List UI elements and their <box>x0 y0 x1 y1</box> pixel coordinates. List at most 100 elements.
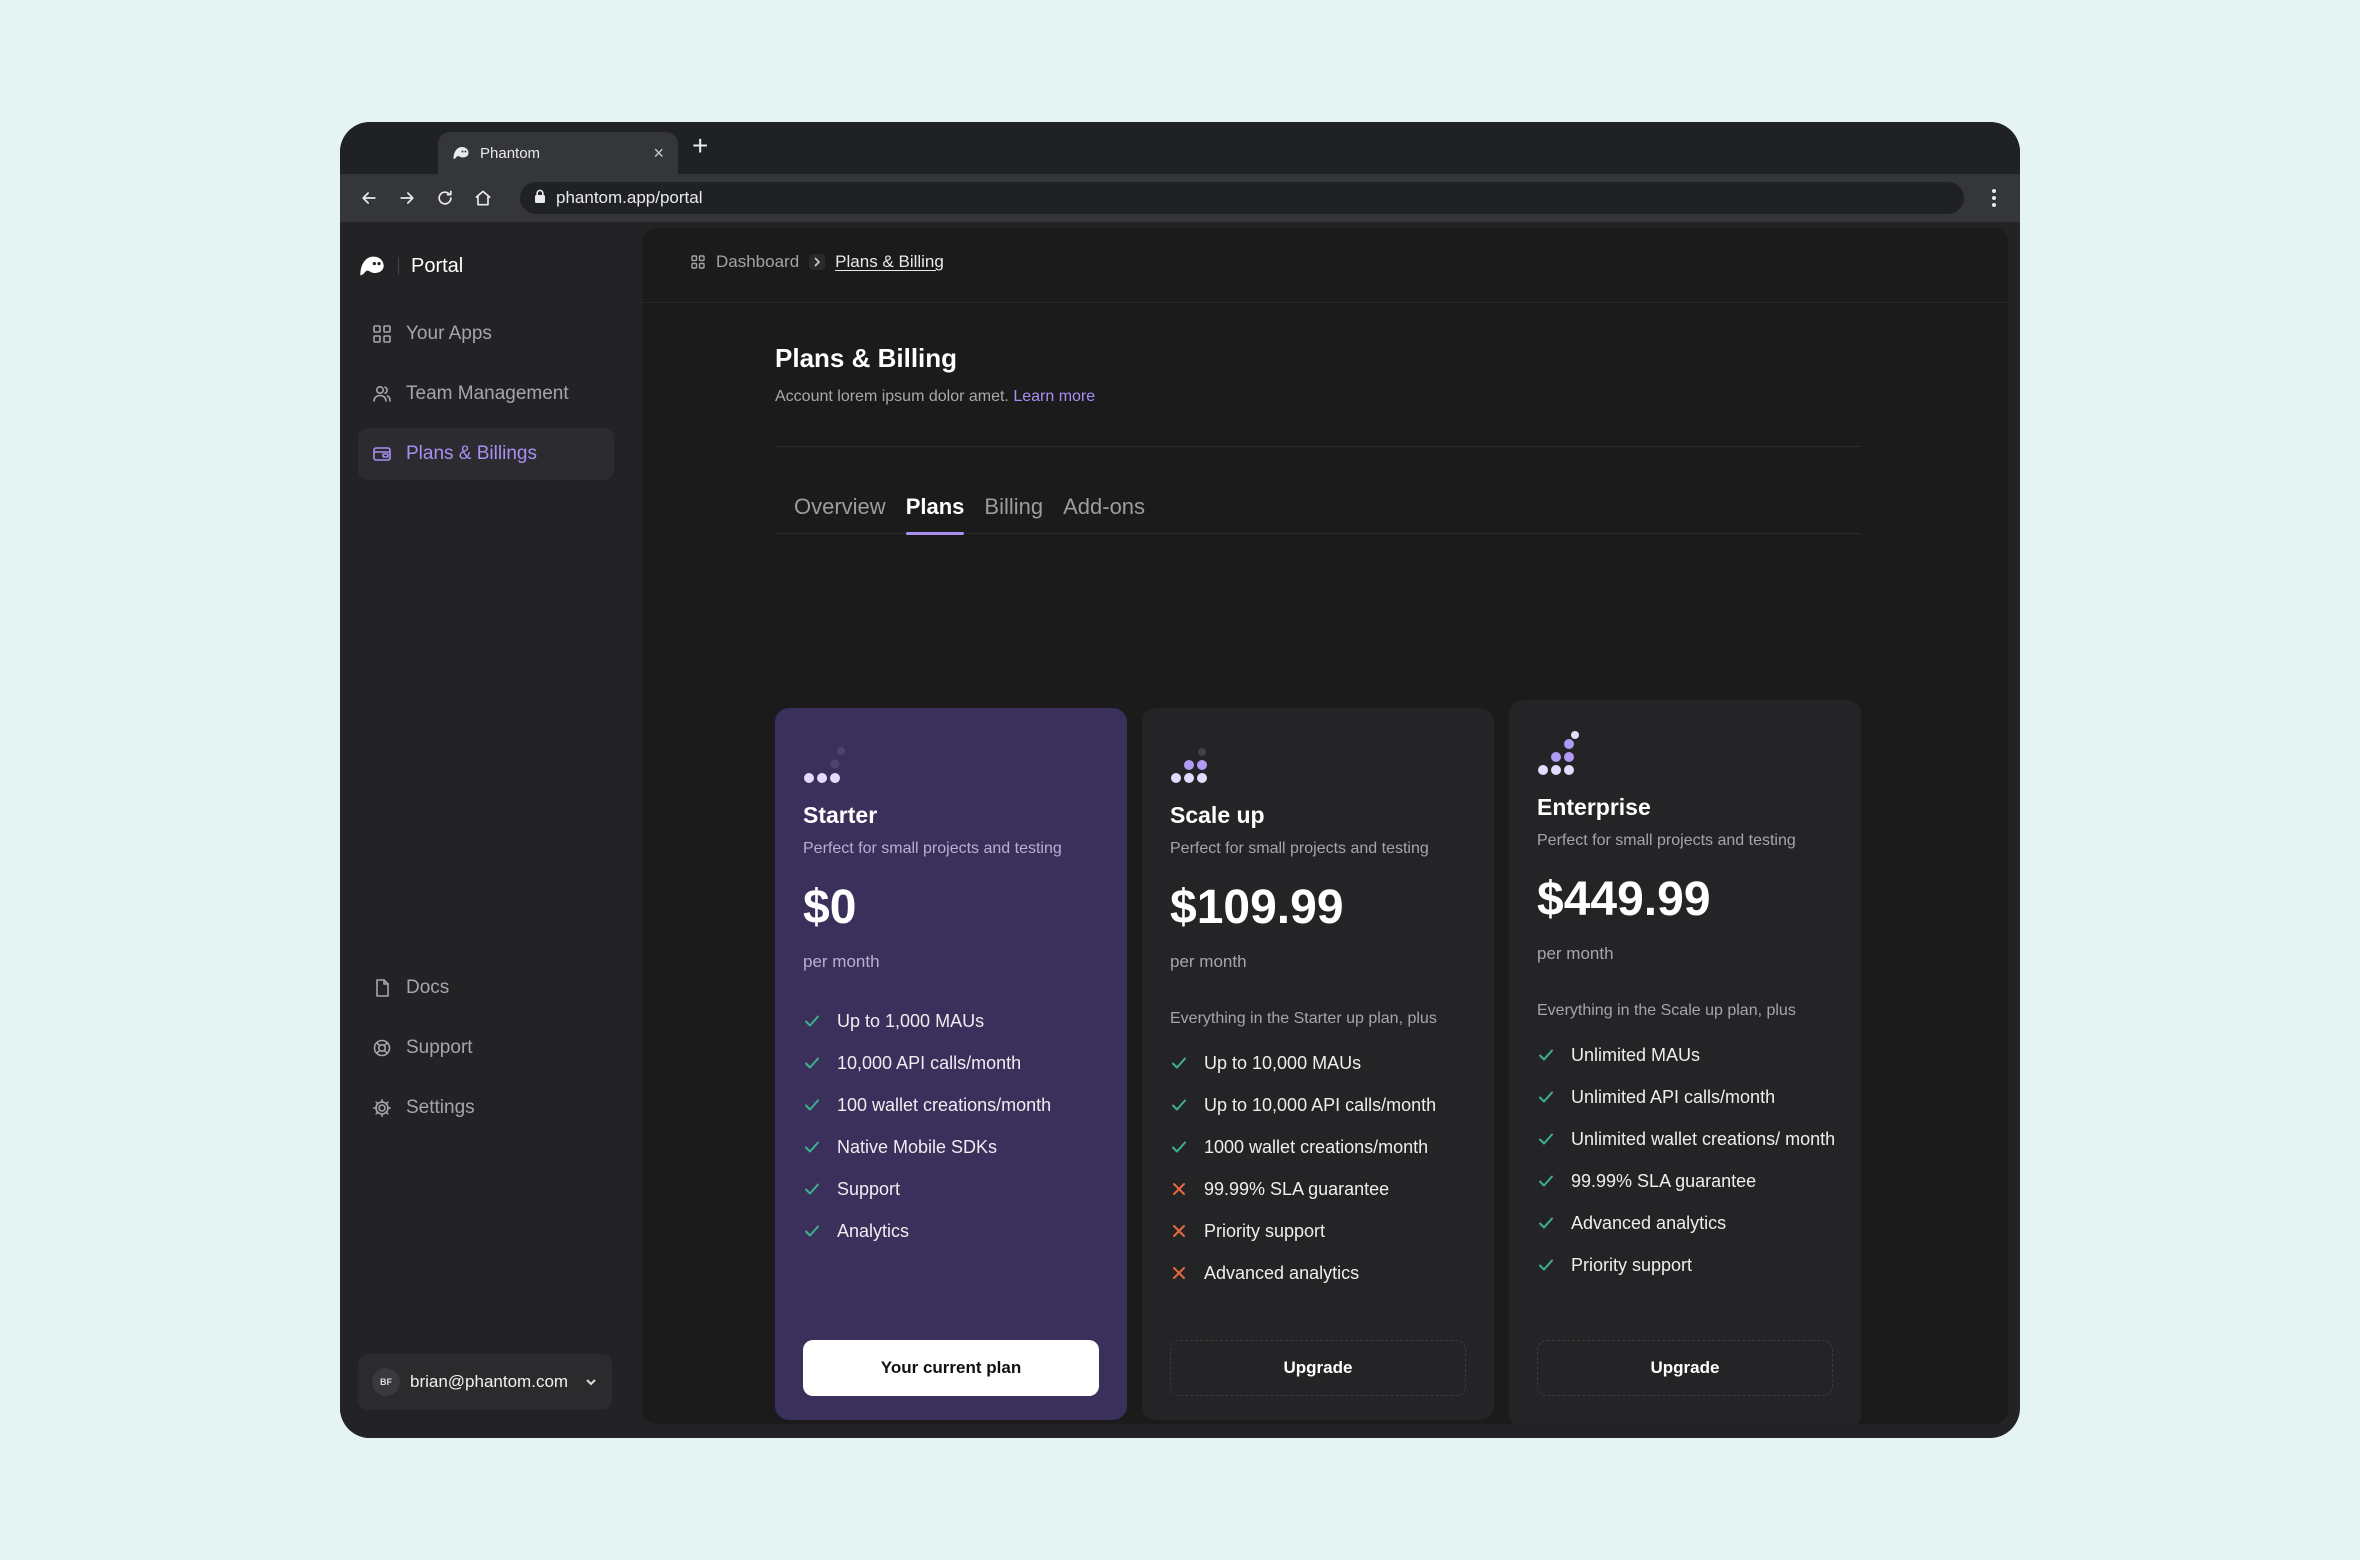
check-icon <box>1170 1136 1190 1158</box>
plan-tabs: Overview Plans Billing Add-ons <box>775 494 1861 535</box>
feature-item: 1000 wallet creations/month <box>1170 1136 1470 1178</box>
browser-tab[interactable]: Phantom × <box>438 132 678 174</box>
sidebar-item-label: Team Management <box>406 383 569 404</box>
check-icon <box>803 1136 823 1158</box>
feature-item: Advanced analytics <box>1170 1262 1470 1304</box>
plan-price: $449.99 <box>1537 873 1711 926</box>
feature-text: 100 wallet creations/month <box>837 1095 1052 1115</box>
close-tab-icon[interactable]: × <box>653 144 664 162</box>
forward-button[interactable] <box>392 183 422 213</box>
check-icon <box>1537 1086 1557 1108</box>
sidebar-item-docs[interactable]: Docs <box>358 962 614 1014</box>
grid-icon <box>691 255 705 269</box>
feature-item: 99.99% SLA guarantee <box>1170 1178 1470 1220</box>
breadcrumb-current[interactable]: Plans & Billing <box>835 252 944 272</box>
plan-card-scale-up: Scale up Perfect for small projects and … <box>1142 708 1494 1420</box>
sidebar-item-your-apps[interactable]: Your Apps <box>358 308 614 360</box>
feature-item: Up to 10,000 API calls/month <box>1170 1094 1470 1136</box>
url-text: phantom.app/portal <box>556 188 703 207</box>
feature-text: 99.99% SLA guarantee <box>1204 1179 1390 1199</box>
plan-card-enterprise: Enterprise Perfect for small projects an… <box>1509 700 1861 1424</box>
browser-menu-icon[interactable] <box>1982 189 2006 207</box>
plan-price: $109.99 <box>1170 881 1344 934</box>
feature-text: 1000 wallet creations/month <box>1204 1137 1429 1157</box>
feature-item: Unlimited MAUs <box>1537 1044 1837 1086</box>
sidebar-item-support[interactable]: Support <box>358 1022 614 1074</box>
grid-icon <box>373 325 391 343</box>
cross-icon <box>1170 1262 1190 1284</box>
sidebar-item-team-management[interactable]: Team Management <box>358 368 614 420</box>
feature-list: Everything in the Starter up plan, plus U… <box>1170 1010 1470 1304</box>
breadcrumb: Dashboard Plans & Billing <box>690 252 944 272</box>
sidebar-item-label: Your Apps <box>406 323 492 344</box>
sidebar: Portal Your Apps Team Management Plans &… <box>340 222 640 1438</box>
feature-item: Analytics <box>803 1220 1103 1262</box>
feature-text: Priority support <box>1204 1221 1326 1241</box>
check-icon <box>1537 1044 1557 1066</box>
lock-icon <box>534 189 546 208</box>
plan-period: per month <box>803 952 880 971</box>
check-icon <box>1537 1170 1557 1192</box>
feature-item: 99.99% SLA guarantee <box>1537 1170 1837 1212</box>
phantom-logo-icon <box>453 147 469 159</box>
arrow-right-icon <box>400 192 414 204</box>
feature-text: Support <box>837 1179 901 1199</box>
plan-name: Starter <box>803 802 878 828</box>
upgrade-button[interactable]: Upgrade <box>1170 1340 1466 1396</box>
plan-description: Perfect for small projects and testing <box>1170 840 1429 857</box>
tab-overview[interactable]: Overview <box>794 494 886 534</box>
cross-icon <box>1170 1178 1190 1200</box>
feature-text: Unlimited MAUs <box>1571 1045 1701 1065</box>
plan-tier-icon <box>1171 748 1207 783</box>
feature-item: Native Mobile SDKs <box>803 1136 1103 1178</box>
learn-more-link[interactable]: Learn more <box>1013 388 1095 405</box>
plan-description: Perfect for small projects and testing <box>1537 832 1796 849</box>
feature-item: Priority support <box>1537 1254 1837 1296</box>
chevron-down-icon <box>586 1379 596 1386</box>
check-icon <box>803 1094 823 1116</box>
plan-period: per month <box>1170 952 1247 971</box>
reload-button[interactable] <box>430 183 460 213</box>
sidebar-item-label: Support <box>406 1037 473 1058</box>
plan-tier-icon <box>1538 731 1579 775</box>
plan-description: Perfect for small projects and testing <box>803 840 1062 857</box>
tab-add-ons[interactable]: Add-ons <box>1063 494 1145 534</box>
breadcrumb-dashboard[interactable]: Dashboard <box>716 252 799 272</box>
brand[interactable]: Portal <box>358 254 463 278</box>
check-icon <box>1537 1254 1557 1276</box>
home-button[interactable] <box>468 183 498 213</box>
feature-item: 10,000 API calls/month <box>803 1052 1103 1094</box>
plan-name: Enterprise <box>1537 794 1651 820</box>
document-icon <box>376 979 389 997</box>
browser-window: Phantom × + phantom.app/portal Portal Yo… <box>340 122 2020 1438</box>
main-content: Dashboard Plans & Billing Plans & Billin… <box>642 228 2008 1424</box>
address-bar[interactable]: phantom.app/portal <box>520 182 1964 214</box>
tab-billing[interactable]: Billing <box>984 494 1043 534</box>
feature-text: Unlimited API calls/month <box>1571 1087 1776 1107</box>
page-title: Plans & Billing <box>775 343 958 373</box>
check-icon <box>1170 1094 1190 1116</box>
account-switcher[interactable]: BF brian@phantom.com <box>358 1354 612 1410</box>
back-button[interactable] <box>354 183 384 213</box>
sidebar-item-plans-billings[interactable]: Plans & Billings <box>358 428 614 480</box>
new-tab-button[interactable]: + <box>692 132 708 160</box>
plan-period: per month <box>1537 944 1614 963</box>
sidebar-item-settings[interactable]: Settings <box>358 1082 614 1134</box>
current-plan-button[interactable]: Your current plan <box>803 1340 1099 1396</box>
feature-item: 100 wallet creations/month <box>803 1094 1103 1136</box>
feature-text: Up to 1,000 MAUs <box>837 1011 985 1031</box>
feature-item: Unlimited API calls/month <box>1537 1086 1837 1128</box>
feature-text: Up to 10,000 MAUs <box>1204 1053 1362 1073</box>
phantom-logo-icon <box>360 256 384 276</box>
tab-plans[interactable]: Plans <box>905 494 964 535</box>
lifebuoy-icon <box>373 1039 391 1057</box>
page-subtitle-text: Account lorem ipsum dolor amet. <box>775 388 1009 405</box>
feature-list: Up to 1,000 MAUs 10,000 API calls/month 10… <box>803 1010 1103 1262</box>
feature-item: Support <box>803 1178 1103 1220</box>
divider <box>642 302 2008 303</box>
check-icon <box>803 1220 823 1242</box>
upgrade-button[interactable]: Upgrade <box>1537 1340 1833 1396</box>
feature-text: Up to 10,000 API calls/month <box>1204 1095 1437 1115</box>
sidebar-item-label: Settings <box>406 1097 475 1118</box>
feature-text: Priority support <box>1571 1255 1693 1275</box>
